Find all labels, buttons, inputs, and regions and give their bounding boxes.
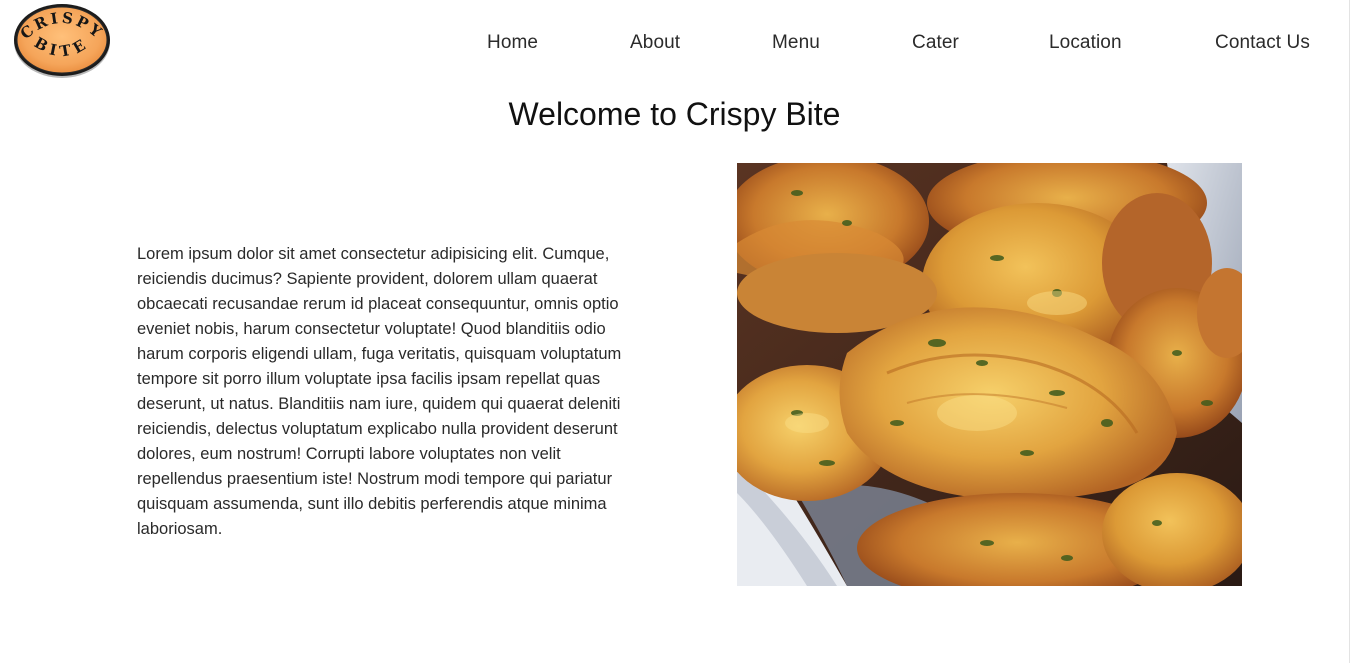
fried-fritters-image	[737, 163, 1242, 586]
nav-link-location[interactable]: Location	[1049, 28, 1122, 58]
nav-link-menu[interactable]: Menu	[772, 28, 820, 58]
page: CRISPY BITE Home About Menu Cater Locati…	[0, 0, 1349, 663]
nav-link-home[interactable]: Home	[487, 28, 538, 58]
intro-paragraph: Lorem ipsum dolor sit amet consectetur a…	[137, 245, 622, 538]
fritters-photo-icon	[737, 163, 1242, 586]
main-navigation: Home About Menu Cater Location Contact U…	[0, 28, 1349, 58]
nav-link-cater[interactable]: Cater	[912, 28, 959, 58]
nav-link-about[interactable]: About	[630, 28, 680, 58]
nav-link-contact-us[interactable]: Contact Us	[1215, 28, 1310, 58]
page-title: Welcome to Crispy Bite	[508, 96, 841, 132]
